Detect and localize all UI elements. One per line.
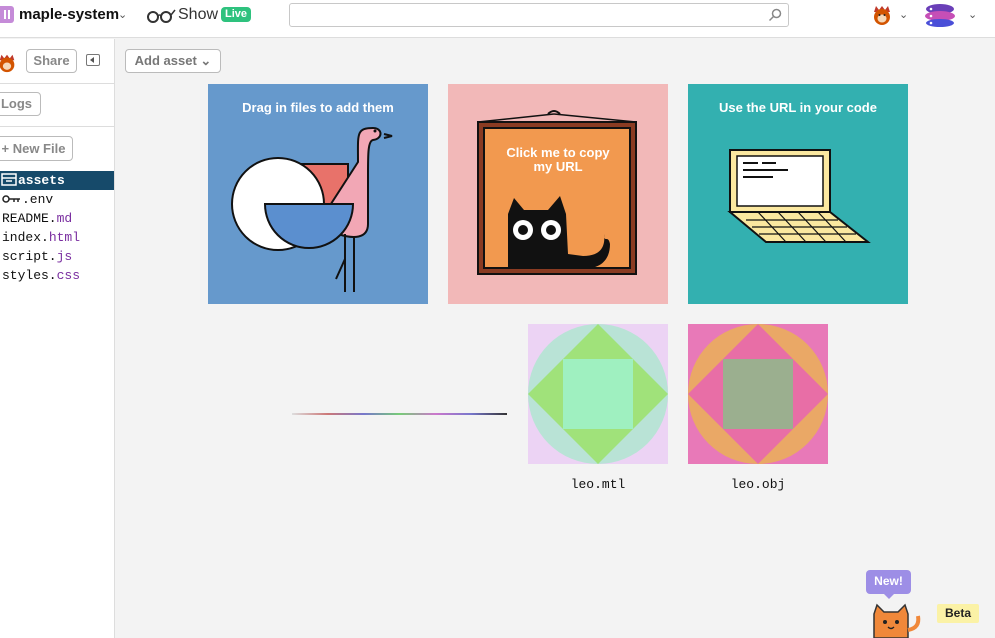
top-bar: maple-system ⌄ Show Live ⌄ ⌄ — [0, 0, 995, 38]
user-avatar[interactable] — [0, 52, 18, 74]
collapse-icon[interactable] — [86, 54, 100, 66]
search-box — [289, 3, 789, 27]
project-icon[interactable] — [0, 6, 14, 23]
new-badge[interactable]: New! — [866, 570, 911, 599]
use-url-card[interactable]: Use the URL in your code — [688, 84, 908, 304]
key-icon — [2, 195, 20, 203]
search-input[interactable] — [290, 4, 760, 26]
share-button[interactable]: Share — [26, 49, 77, 73]
team-avatar[interactable] — [923, 2, 957, 28]
chevron-down-icon[interactable]: ⌄ — [899, 8, 908, 21]
upload-progress-line — [292, 413, 507, 415]
asset-name[interactable]: leo.obj — [688, 477, 828, 492]
logs-button[interactable]: Logs — [0, 92, 41, 116]
copy-url-card[interactable]: Click me to copy my URL — [448, 84, 668, 304]
divider — [0, 126, 114, 127]
search-icon[interactable] — [768, 8, 782, 22]
card-title: Drag in files to add them — [242, 100, 394, 115]
asset-name[interactable]: leo.mtl — [528, 477, 668, 492]
cat-mascot[interactable] — [868, 600, 924, 638]
chevron-down-icon[interactable]: ⌄ — [118, 8, 127, 21]
file-item-env[interactable]: .env — [0, 190, 114, 209]
framed-cat-illustration — [477, 110, 637, 275]
file-item-index[interactable]: index.html — [0, 228, 114, 247]
file-item-readme[interactable]: README.md — [0, 209, 114, 228]
laptop-illustration — [727, 149, 871, 243]
add-asset-button[interactable]: Add asset ⌄ — [125, 49, 221, 73]
geometric-thumbnail — [688, 324, 828, 464]
live-badge: Live — [221, 7, 252, 22]
glasses-icon — [147, 9, 176, 23]
drag-files-card[interactable]: Drag in files to add them — [208, 84, 428, 304]
divider — [0, 83, 114, 84]
card-title: Use the URL in your code — [719, 100, 877, 115]
sidebar: Share Logs + New File assets .env README… — [0, 39, 115, 638]
asset-thumbnail-leo-mtl[interactable] — [528, 324, 668, 464]
geometric-thumbnail — [528, 324, 668, 464]
file-item-script[interactable]: script.js — [0, 247, 114, 266]
new-file-button[interactable]: + New File — [0, 136, 73, 161]
ostrich-illustration — [231, 126, 393, 292]
asset-thumbnail-leo-obj[interactable] — [688, 324, 828, 464]
project-name[interactable]: maple-system — [19, 6, 119, 23]
show-label: Show — [178, 6, 219, 23]
file-item-styles[interactable]: styles.css — [0, 266, 114, 285]
card-title: Click me to copy my URL — [506, 145, 610, 174]
user-avatar[interactable] — [870, 3, 894, 27]
file-item-assets[interactable]: assets — [0, 171, 114, 190]
beta-badge: Beta — [937, 604, 979, 623]
chevron-down-icon[interactable]: ⌄ — [968, 8, 977, 21]
file-list: assets .env README.md index.html script.… — [0, 171, 114, 285]
folder-icon — [1, 173, 17, 186]
